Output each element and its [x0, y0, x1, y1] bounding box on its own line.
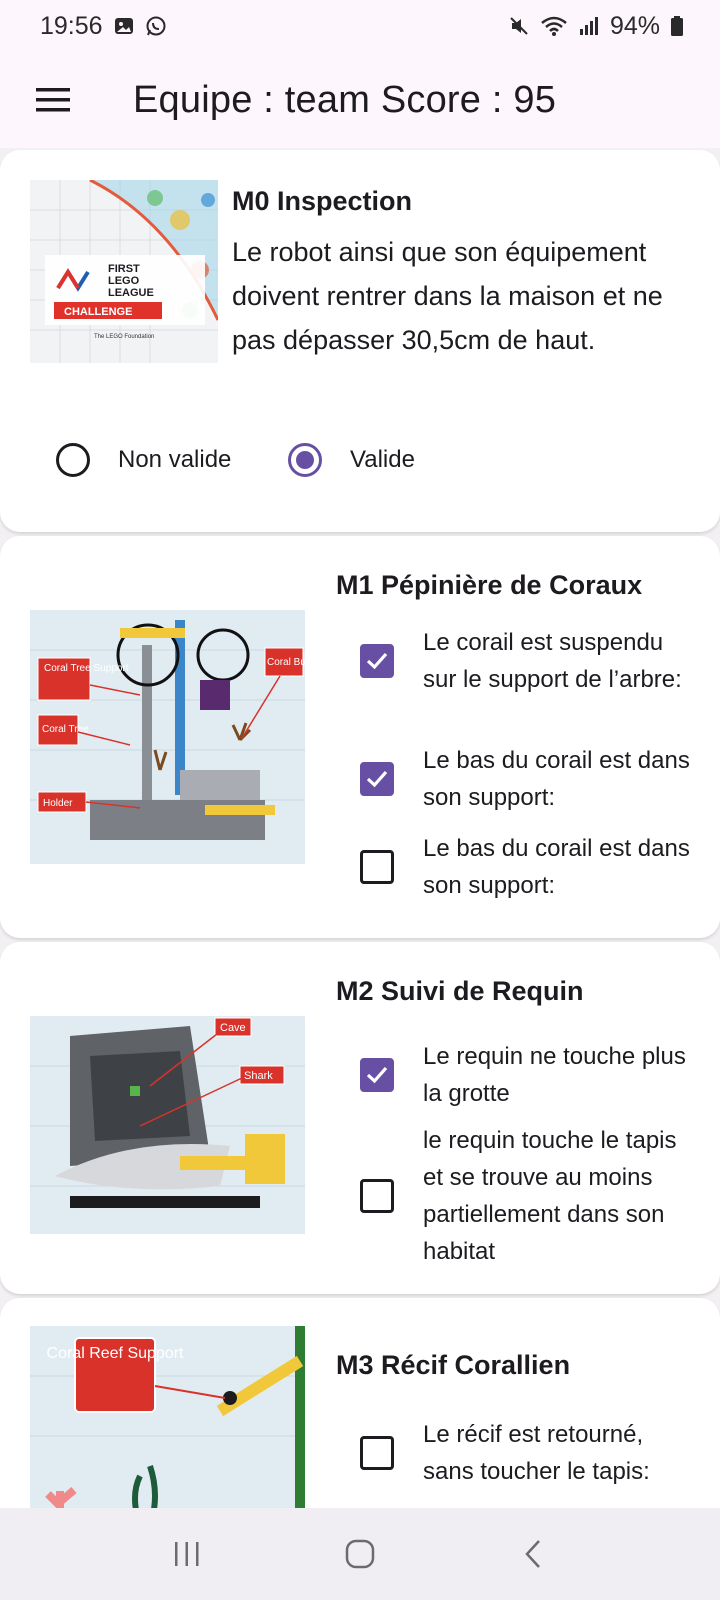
back-icon	[525, 1540, 541, 1568]
gallery-icon	[114, 18, 133, 34]
status-bar: 19:56 94%	[0, 0, 720, 52]
svg-text:LEAGUE: LEAGUE	[108, 287, 154, 299]
mission-image-m0: FIRST LEGO LEAGUE CHALLENGE The LEGO Fou…	[30, 180, 218, 363]
mission-title-m1: M1 Pépinière de Coraux	[336, 570, 643, 600]
whatsapp-icon	[146, 16, 166, 36]
radio-button-selected[interactable]	[288, 443, 322, 477]
svg-text:Coral Buds: Coral Buds	[267, 657, 305, 668]
check-row[interactable]: Le bas du corail est dans son support:	[360, 830, 700, 904]
system-nav-bar	[0, 1508, 720, 1600]
check-label: Le corail est suspendu sur le support de…	[423, 629, 682, 693]
check-label: Le récif est retourné, sans toucher le t…	[423, 1421, 650, 1485]
checkbox-unchecked[interactable]	[360, 850, 394, 884]
mute-icon	[510, 17, 528, 35]
mission-title-m2: M2 Suivi de Requin	[336, 976, 584, 1006]
status-left: 19:56	[40, 12, 167, 41]
svg-text:Cave: Cave	[220, 1022, 246, 1034]
checkbox-checked[interactable]	[360, 1058, 394, 1092]
mission-card-m0: FIRST LEGO LEAGUE CHALLENGE The LEGO Fou…	[0, 150, 720, 532]
first-lego-league-logo: FIRST LEGO LEAGUE CHALLENGE The LEGO Fou…	[30, 180, 218, 363]
checkmark-icon	[366, 770, 388, 788]
mission-image-m3: Coral Reef Support	[30, 1326, 305, 1508]
mission-title-m0: M0 Inspection	[232, 186, 413, 216]
svg-text:LEGO: LEGO	[108, 275, 140, 287]
checkbox-unchecked[interactable]	[360, 1436, 394, 1470]
checkbox-checked[interactable]	[360, 762, 394, 796]
svg-text:Shark: Shark	[244, 1070, 273, 1082]
page-title: Equipe : team Score : 95	[133, 78, 557, 121]
mission-image-m2: Cave Shark	[30, 1016, 305, 1234]
home-button[interactable]	[330, 1524, 390, 1584]
battery-icon	[671, 16, 683, 36]
check-row[interactable]: Le requin ne touche plus la grotte	[360, 1038, 700, 1112]
mission-list[interactable]: FIRST LEGO LEAGUE CHALLENGE The LEGO Fou…	[0, 148, 720, 1508]
mission-image-m1: Coral Tree Support Coral Tree Holder Cor…	[30, 610, 305, 864]
check-row[interactable]: Le corail est suspendu sur le support de…	[360, 624, 700, 698]
shark-cave-photo: Cave Shark	[30, 1016, 305, 1234]
app-bar: Equipe : team Score : 95	[0, 52, 720, 148]
check-row[interactable]: Le récif est retourné, sans toucher le t…	[360, 1416, 700, 1490]
radio-button[interactable]	[56, 443, 90, 477]
check-label: Le requin ne touche plus la grotte	[423, 1043, 686, 1107]
status-right: 94%	[508, 12, 684, 41]
radio-label: Non valide	[118, 446, 232, 473]
radio-non-valide[interactable]: Non valide	[56, 443, 231, 477]
check-row[interactable]: le requin touche le tapis et se trouve a…	[360, 1122, 700, 1270]
signal-icon	[579, 17, 598, 35]
checkmark-icon	[366, 652, 388, 670]
battery-percent: 94%	[609, 11, 660, 40]
back-button[interactable]	[503, 1524, 563, 1584]
menu-button[interactable]	[25, 72, 81, 128]
recent-apps-icon	[174, 1542, 199, 1566]
hamburger-menu-icon	[36, 88, 70, 112]
coral-reef-photo: Coral Reef Support	[30, 1326, 305, 1508]
mission-card-m2: Cave Shark M2 Suivi de Requin Le requin …	[0, 942, 720, 1294]
wifi-icon	[541, 16, 567, 36]
svg-text:Coral Tree Support: Coral Tree Support	[44, 663, 129, 674]
radio-label: Valide	[350, 446, 415, 473]
recent-apps-button[interactable]	[157, 1524, 217, 1584]
check-label: Le bas du corail est dans son support:	[423, 747, 690, 811]
checkbox-checked[interactable]	[360, 644, 394, 678]
mission-title-m3: M3 Récif Corallien	[336, 1350, 571, 1380]
svg-text:Holder: Holder	[43, 798, 73, 809]
svg-text:FIRST: FIRST	[108, 263, 140, 275]
radio-valide[interactable]: Valide	[288, 443, 415, 477]
mission-card-m3: Coral Reef Support M3 Récif Corallien Le…	[0, 1298, 720, 1508]
svg-text:CHALLENGE: CHALLENGE	[64, 306, 132, 318]
status-time: 19:56	[40, 11, 103, 40]
check-label: Le bas du corail est dans son support:	[423, 835, 690, 899]
check-label: le requin touche le tapis et se trouve a…	[423, 1127, 677, 1265]
svg-text:The LEGO Foundation: The LEGO Foundation	[94, 334, 154, 340]
mission-description-m0: Le robot ainsi que son équipement doiven…	[232, 237, 663, 355]
checkbox-unchecked[interactable]	[360, 1179, 394, 1213]
home-icon	[345, 1539, 375, 1569]
mission-card-m1: Coral Tree Support Coral Tree Holder Cor…	[0, 536, 720, 938]
svg-text:Coral Reef Support: Coral Reef Support	[47, 1345, 185, 1362]
checkmark-icon	[366, 1066, 388, 1084]
coral-nursery-photo: Coral Tree Support Coral Tree Holder Cor…	[30, 610, 305, 864]
check-row[interactable]: Le bas du corail est dans son support:	[360, 742, 700, 816]
